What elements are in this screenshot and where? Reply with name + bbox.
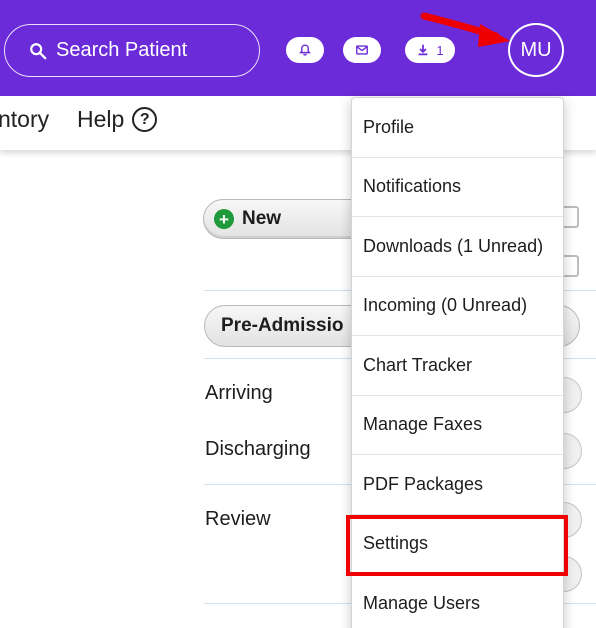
- avatar-initials: MU: [520, 38, 552, 61]
- bell-icon: [299, 44, 311, 56]
- search-placeholder: Search Patient: [56, 39, 188, 61]
- menu-item-settings[interactable]: Settings: [352, 515, 563, 574]
- user-avatar-button[interactable]: MU: [508, 23, 564, 77]
- nav-inventory[interactable]: ntory: [0, 106, 49, 133]
- new-button-label: New: [242, 208, 282, 229]
- menu-item-pdf-packages[interactable]: PDF Packages: [352, 455, 563, 515]
- nav-help-label: Help: [77, 106, 125, 132]
- menu-item-notifications[interactable]: Notifications: [352, 158, 563, 217]
- help-circle-icon: ?: [132, 107, 158, 132]
- mail-icon: [356, 45, 368, 55]
- row-label-review: Review: [205, 508, 271, 530]
- menu-item-chart-tracker[interactable]: Chart Tracker: [352, 336, 563, 396]
- plus-icon: +: [214, 209, 234, 229]
- menu-item-incoming[interactable]: Incoming (0 Unread): [352, 277, 563, 336]
- downloads-button[interactable]: 1: [405, 37, 455, 63]
- nav-help[interactable]: Help ?: [77, 106, 158, 133]
- menu-item-profile[interactable]: Profile: [352, 98, 563, 158]
- pre-admission-label: Pre-Admissio: [221, 315, 344, 336]
- row-label-arriving: Arriving: [205, 382, 273, 404]
- search-patient-field[interactable]: Search Patient: [4, 24, 260, 77]
- row-label-discharging: Discharging: [205, 438, 311, 460]
- user-dropdown-menu: Profile Notifications Downloads (1 Unrea…: [351, 97, 564, 628]
- menu-item-manage-faxes[interactable]: Manage Faxes: [352, 396, 563, 455]
- download-icon: [419, 44, 428, 56]
- downloads-count: 1: [436, 42, 444, 58]
- menu-item-manage-users[interactable]: Manage Users: [352, 574, 563, 628]
- menu-item-downloads[interactable]: Downloads (1 Unread): [352, 217, 563, 277]
- notifications-button[interactable]: [286, 37, 324, 63]
- search-icon: [30, 42, 47, 59]
- messages-button[interactable]: [343, 37, 381, 63]
- top-header-bar: Search Patient 1 MU: [0, 0, 596, 96]
